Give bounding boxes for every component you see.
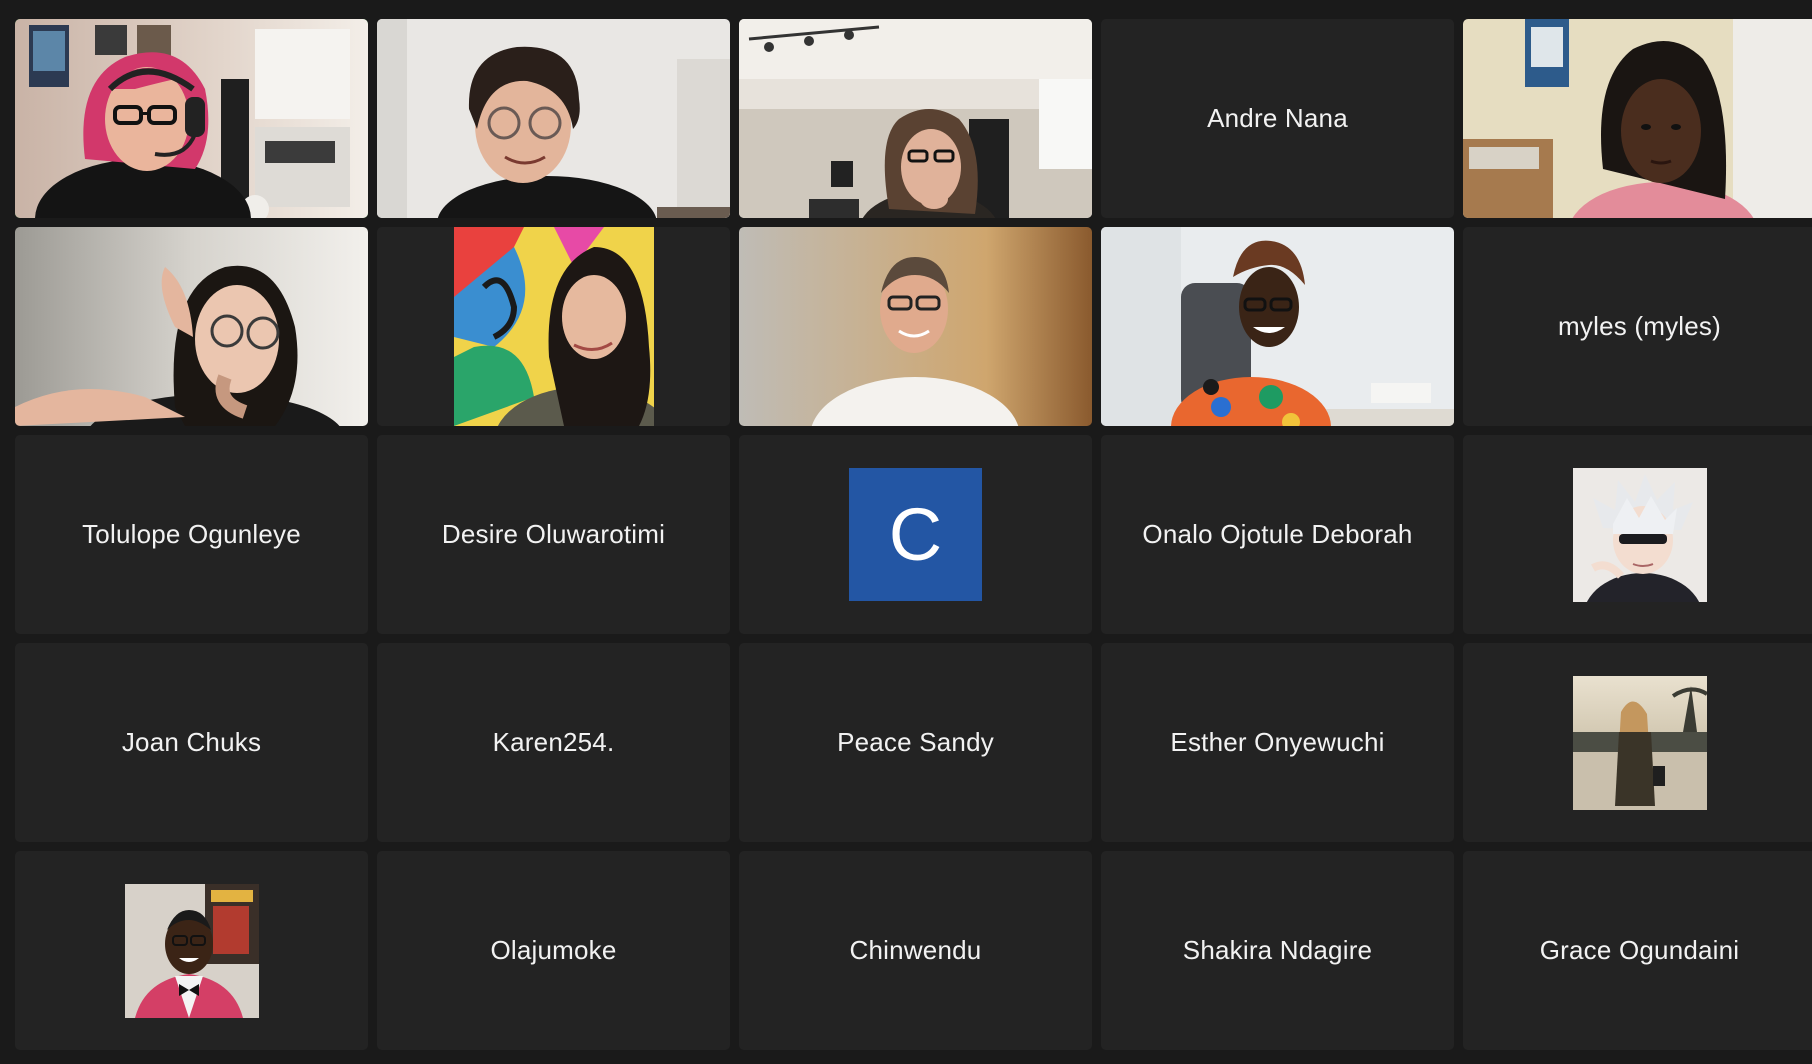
participant-tile-video[interactable] (377, 19, 730, 218)
participant-tile-name[interactable]: Peace Sandy (739, 643, 1092, 842)
participant-tile-name[interactable]: Joan Chuks (15, 643, 368, 842)
participant-tile-video[interactable] (1463, 19, 1812, 218)
woman-with-headset-video-icon (15, 19, 368, 218)
beach-photo-avatar-icon (1572, 675, 1707, 810)
participant-tile-name[interactable]: Tolulope Ogunleye (15, 435, 368, 634)
meeting-window: Andre Nana myles (myles) Tolulope Ogunle… (0, 0, 1812, 1064)
woman-mural-video-icon (454, 227, 654, 426)
letter-avatar: C (849, 468, 982, 601)
participant-tile-profile-picture[interactable] (1463, 643, 1812, 842)
participant-name: myles (myles) (1558, 311, 1721, 341)
participant-name: Joan Chuks (121, 727, 262, 757)
participant-tile-profile-picture[interactable] (1463, 435, 1812, 634)
participant-tile-video[interactable] (1101, 227, 1454, 426)
participant-tile-name[interactable]: Desire Oluwarotimi (377, 435, 730, 634)
participant-tile-active-speaker[interactable] (15, 19, 368, 218)
participant-tile-letter-avatar[interactable]: C (739, 435, 1092, 634)
participant-name: Desire Oluwarotimi (441, 519, 666, 549)
participant-name: Karen254. (492, 727, 615, 757)
gallery-grid: Andre Nana myles (myles) Tolulope Ogunle… (15, 19, 1812, 1050)
anime-character-avatar-icon (1572, 467, 1707, 602)
participant-tile-name[interactable]: Shakira Ndagire (1101, 851, 1454, 1050)
man-in-suit-avatar-icon (124, 883, 259, 1018)
participant-name: Onalo Ojotule Deborah (1142, 519, 1413, 549)
participant-tile-name[interactable]: Grace Ogundaini (1463, 851, 1812, 1050)
participant-tile-name[interactable]: Andre Nana (1101, 19, 1454, 218)
participant-name: Chinwendu (849, 935, 982, 965)
person-with-glasses-video-icon (377, 19, 730, 218)
participant-tile-name[interactable]: myles (myles) (1463, 227, 1812, 426)
participant-tile-name[interactable]: Esther Onyewuchi (1101, 643, 1454, 842)
participant-name: Olajumoke (490, 935, 617, 965)
participant-tile-profile-picture[interactable] (15, 851, 368, 1050)
woman-in-room-video-icon (739, 19, 1092, 218)
participant-tile-video[interactable] (739, 19, 1092, 218)
participant-tile-video[interactable] (15, 227, 368, 426)
participant-name: Peace Sandy (837, 727, 994, 757)
participant-name: Shakira Ndagire (1182, 935, 1373, 965)
woman-with-glasses-video-icon (15, 227, 368, 426)
woman-office-chair-video-icon (1101, 227, 1454, 426)
participant-name: Tolulope Ogunleye (82, 519, 301, 549)
participant-tile-video[interactable] (377, 227, 730, 426)
participant-name: Andre Nana (1207, 103, 1348, 133)
participant-tile-video[interactable] (739, 227, 1092, 426)
participant-tile-name[interactable]: Chinwendu (739, 851, 1092, 1050)
participant-tile-name[interactable]: Onalo Ojotule Deborah (1101, 435, 1454, 634)
participant-tile-name[interactable]: Karen254. (377, 643, 730, 842)
man-smiling-video-icon (739, 227, 1092, 426)
woman-video-icon (1463, 19, 1812, 218)
participant-name: Grace Ogundaini (1539, 935, 1740, 965)
participant-name: Esther Onyewuchi (1170, 727, 1385, 757)
participant-tile-name[interactable]: Olajumoke (377, 851, 730, 1050)
